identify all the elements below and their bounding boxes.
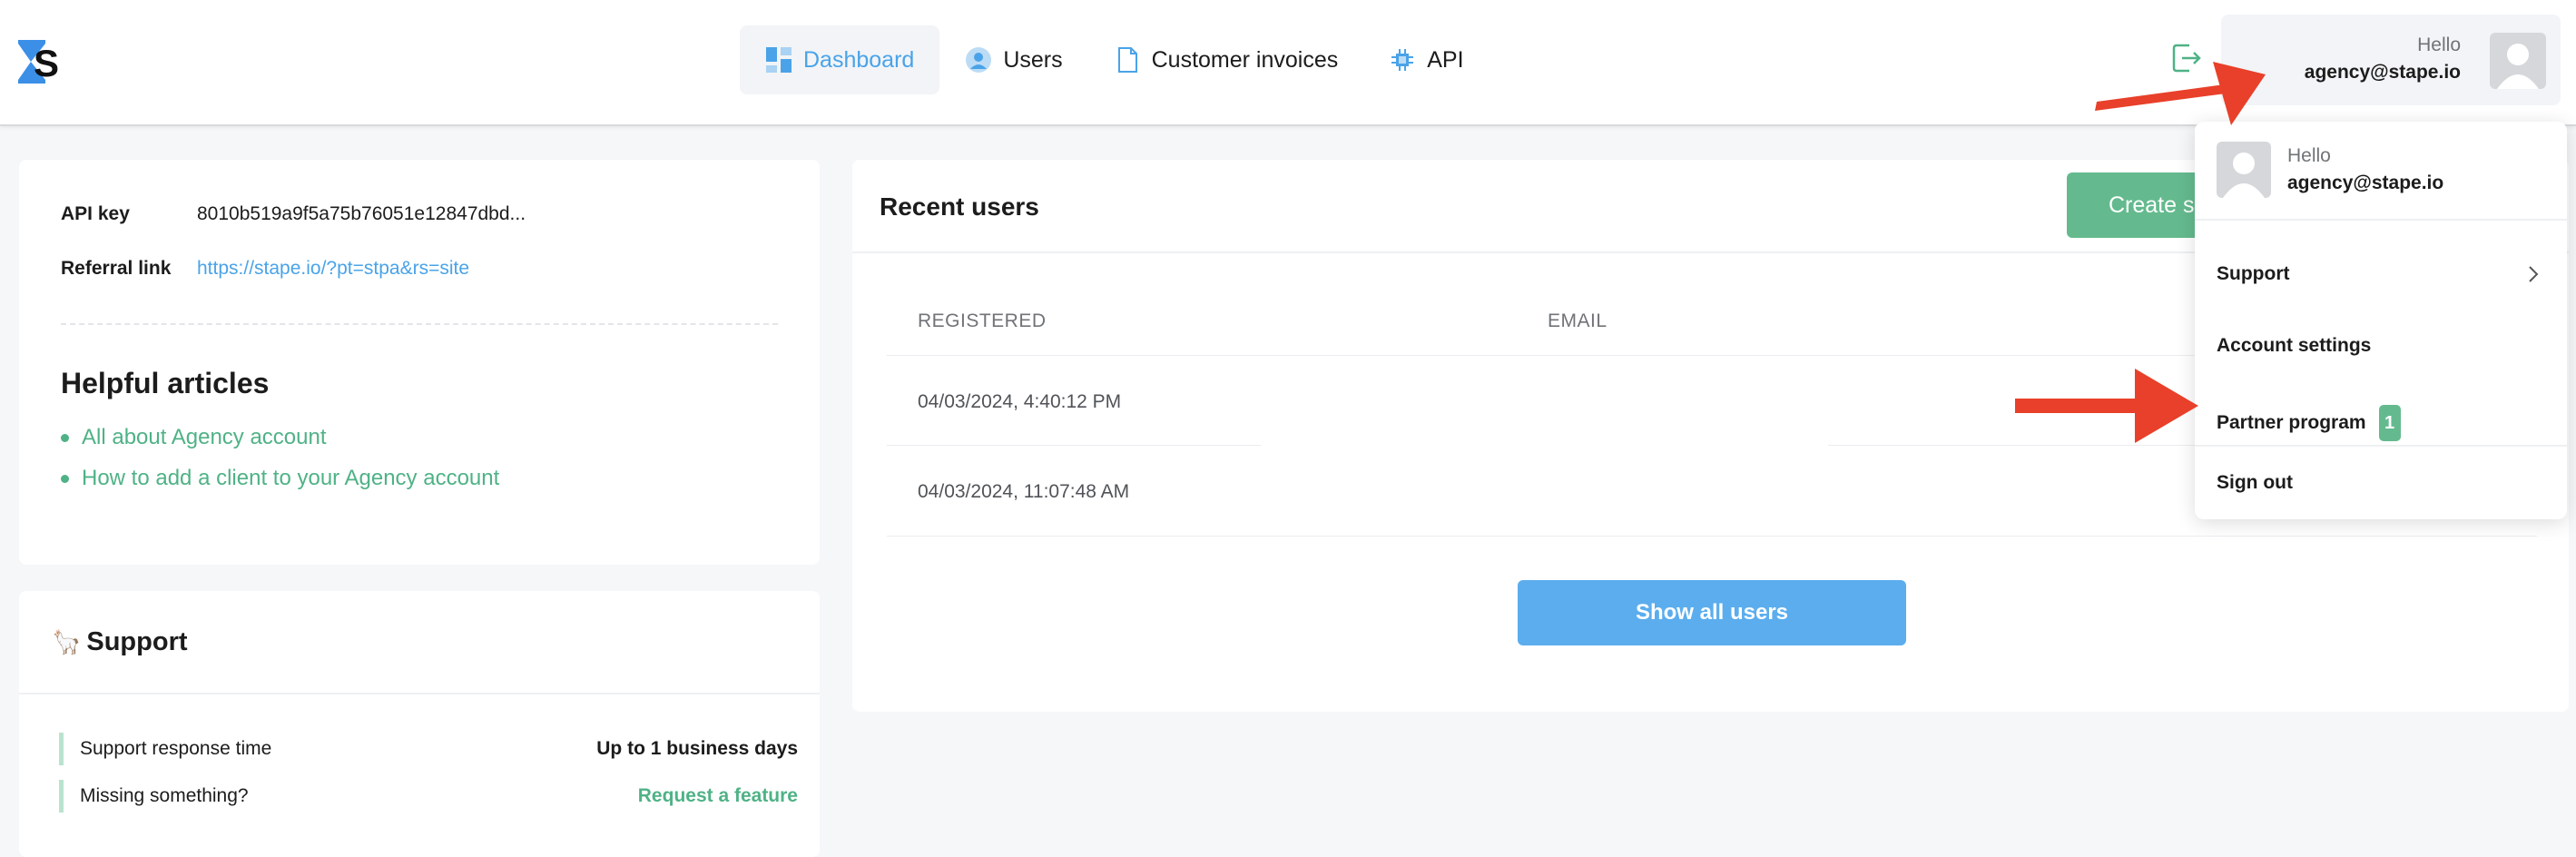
api-key-label: API key <box>61 203 130 224</box>
article-label: All about Agency account <box>82 425 327 449</box>
user-hello: Hello <box>2417 34 2461 55</box>
support-card: 🦙 Support Support response time Up to 1 … <box>19 591 820 857</box>
article-link[interactable]: All about Agency account <box>61 425 327 450</box>
avatar <box>2217 142 2271 198</box>
chip-icon <box>1391 49 1414 71</box>
api-key-value[interactable]: 8010b519a9f5a75b76051e12847dbd... <box>197 203 526 225</box>
nav-dashboard[interactable]: Dashboard <box>740 25 940 94</box>
logout-icon[interactable] <box>2171 42 2202 74</box>
support-title-label: Support <box>86 627 188 656</box>
llama-icon: 🦙 <box>52 628 82 655</box>
menu-item-partner-program[interactable]: Partner program 1 <box>2217 405 2552 441</box>
divider <box>2195 445 2567 447</box>
nav-users[interactable]: Users <box>939 25 1087 94</box>
missing-something-label: Missing something? <box>80 785 249 806</box>
bullet <box>61 474 69 483</box>
nav-dashboard-label: Dashboard <box>803 46 915 73</box>
menu-item-sign-out[interactable]: Sign out <box>2217 465 2552 501</box>
divider <box>2195 219 2567 221</box>
recent-users-title: Recent users <box>880 192 1039 221</box>
chevron-right-icon <box>2529 266 2539 282</box>
referral-link-label: Referral link <box>61 258 172 279</box>
nav-users-label: Users <box>1003 46 1063 73</box>
table-row[interactable]: 04/03/2024, 4:40:12 PM <box>918 391 1121 413</box>
show-all-users-button[interactable]: Show all users <box>1518 580 1906 645</box>
nav-customer-invoices-label: Customer invoices <box>1151 46 1339 73</box>
avatar-placeholder-icon <box>2223 153 2265 198</box>
dropdown-user-header: Hello agency@stape.io <box>2217 142 2552 205</box>
referral-link[interactable]: https://stape.io/?pt=stpa&rs=site <box>197 258 469 280</box>
missing-something-row: Missing something? Request a feature <box>59 780 798 813</box>
row-divider <box>887 536 2537 537</box>
document-icon <box>1117 47 1137 73</box>
support-title: 🦙 Support <box>52 627 188 657</box>
article-link[interactable]: How to add a client to your Agency accou… <box>61 466 499 491</box>
user-icon <box>966 47 992 73</box>
support-response-label: Support response time <box>80 738 272 759</box>
support-response-row: Support response time Up to 1 business d… <box>59 733 798 765</box>
menu-item-support[interactable]: Support <box>2217 256 2552 292</box>
avatar <box>2490 33 2546 89</box>
row-divider <box>887 445 1261 446</box>
nav-api[interactable]: API <box>1363 25 1489 94</box>
user-menu-toggle[interactable]: Hello agency@stape.io <box>2221 15 2561 105</box>
bullet <box>61 433 69 442</box>
nav-api-label: API <box>1427 46 1464 73</box>
stape-logo[interactable]: S <box>18 40 64 84</box>
nav-customer-invoices[interactable]: Customer invoices <box>1088 25 1364 94</box>
menu-item-account-settings-label: Account settings <box>2217 335 2372 356</box>
table-row[interactable]: 04/03/2024, 11:07:48 AM <box>918 481 1129 503</box>
menu-item-account-settings[interactable]: Account settings <box>2217 328 2552 364</box>
dropdown-hello: Hello <box>2287 145 2331 166</box>
menu-item-sign-out-label: Sign out <box>2217 472 2293 493</box>
divider <box>19 693 820 694</box>
article-label: How to add a client to your Agency accou… <box>82 466 500 490</box>
menu-item-partner-program-label: Partner program <box>2217 412 2366 433</box>
api-card: API key 8010b519a9f5a75b76051e12847dbd..… <box>19 160 820 565</box>
column-header-registered[interactable]: REGISTERED <box>918 310 1047 332</box>
dashed-divider <box>61 323 778 325</box>
avatar-placeholder-icon <box>2497 44 2539 89</box>
user-dropdown-menu: Hello agency@stape.io Support Account se… <box>2195 122 2567 519</box>
column-header-email[interactable]: EMAIL <box>1548 310 1608 332</box>
helpful-articles-title: Helpful articles <box>61 367 270 399</box>
top-header: S Dashboard Users Customer invoices API … <box>0 0 2576 126</box>
support-response-value: Up to 1 business days <box>596 738 798 759</box>
user-email: agency@stape.io <box>2304 62 2461 83</box>
dashboard-icon <box>766 47 791 73</box>
partner-program-badge: 1 <box>2378 405 2401 441</box>
main-nav: Dashboard Users Customer invoices API <box>740 25 1490 94</box>
svg-text:S: S <box>34 42 59 84</box>
request-feature-link[interactable]: Request a feature <box>638 785 798 807</box>
dropdown-email: agency@stape.io <box>2287 172 2444 193</box>
menu-item-support-label: Support <box>2217 263 2290 284</box>
